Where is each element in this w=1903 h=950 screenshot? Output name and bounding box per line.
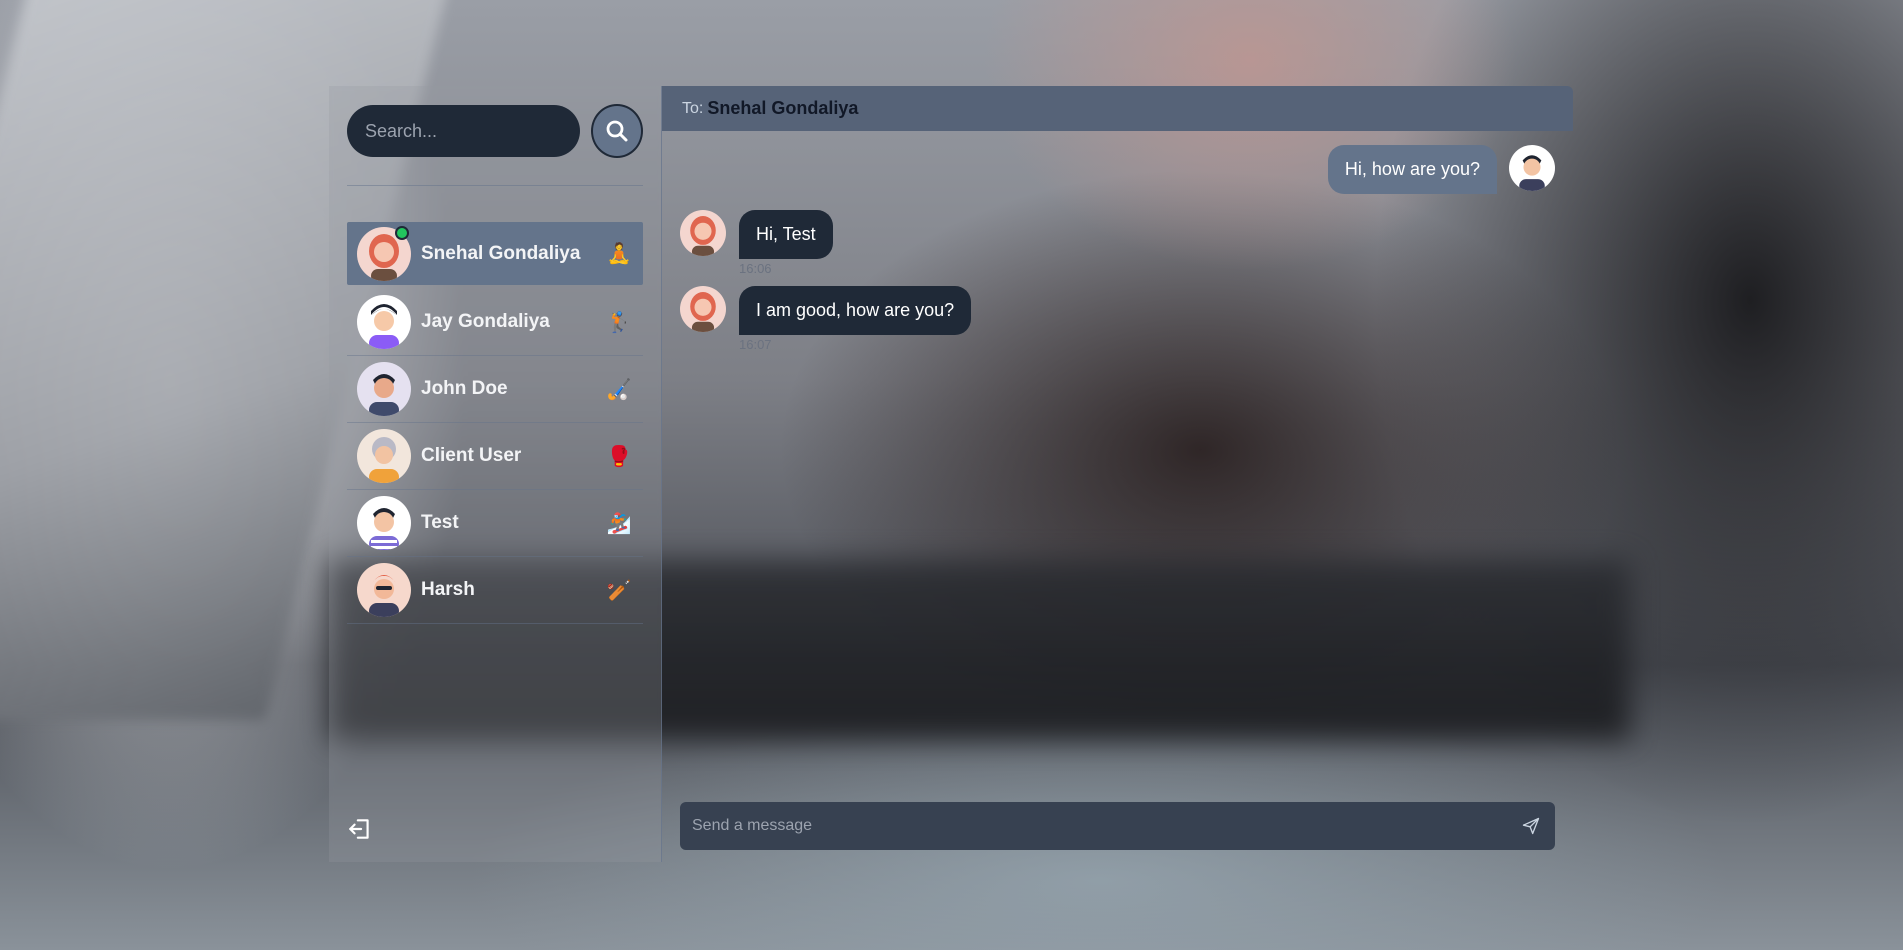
recipient-name: Snehal Gondaliya <box>707 98 859 118</box>
chat-panel: To: Snehal Gondaliya Hi, how are you? Hi… <box>662 86 1573 862</box>
avatar <box>357 295 411 349</box>
message-bubble: Hi, how are you? <box>1327 145 1497 194</box>
contact-name: Harsh <box>421 579 475 600</box>
avatar <box>357 496 411 550</box>
contact-item-client-user[interactable]: Client User 🥊 <box>347 423 643 490</box>
logout-icon <box>349 819 369 839</box>
message-time: 16:07 <box>739 337 772 352</box>
message-bubble: Hi, Test <box>739 210 833 259</box>
search-button[interactable] <box>591 104 643 158</box>
activity-emoji-icon: 🏏 <box>606 579 632 602</box>
activity-emoji-icon: 🧘 <box>606 243 632 265</box>
contact-name: John Doe <box>421 378 508 399</box>
message-composer <box>680 802 1555 850</box>
message-bubble: I am good, how are you? <box>739 286 972 335</box>
message-input[interactable] <box>692 817 1519 835</box>
contact-name: Client User <box>421 445 522 466</box>
message-time: 16:06 <box>739 261 772 276</box>
contact-item-harsh[interactable]: Harsh 🏏 <box>347 557 643 624</box>
contact-item-john-doe[interactable]: John Doe 🏑 <box>347 356 643 423</box>
message-outgoing: Hi, how are you? <box>680 145 1555 194</box>
message-wrap: Hi, Test 16:06 <box>739 210 833 276</box>
search-icon <box>606 120 628 142</box>
message-list: Hi, how are you? Hi, Test 16:06 I am goo… <box>662 131 1573 352</box>
send-button[interactable] <box>1519 814 1543 838</box>
contact-item-jay-gondaliya[interactable]: Jay Gondaliya 🏌 <box>347 289 643 356</box>
online-status-dot <box>395 226 409 240</box>
logout-button[interactable] <box>347 816 375 844</box>
message-incoming: Hi, Test 16:06 <box>680 210 1555 276</box>
contact-name: Test <box>421 512 459 533</box>
contact-item-test[interactable]: Test 🏂 <box>347 490 643 557</box>
activity-emoji-icon: 🏑 <box>606 378 632 401</box>
activity-emoji-icon: 🥊 <box>606 445 632 468</box>
sender-avatar <box>680 210 726 256</box>
sidebar-divider <box>347 185 643 186</box>
my-avatar <box>1509 145 1555 191</box>
contact-item-snehal-gondaliya[interactable]: Snehal Gondaliya 🧘 <box>347 222 643 285</box>
contact-name: Jay Gondaliya <box>421 311 550 332</box>
to-label: To: <box>682 99 704 117</box>
avatar <box>357 563 411 617</box>
activity-emoji-icon: 🏌 <box>606 311 632 334</box>
search-input[interactable] <box>347 105 580 157</box>
sidebar: Snehal Gondaliya 🧘 Jay Gondaliya 🏌 <box>329 86 662 862</box>
search-bar <box>347 104 643 158</box>
activity-emoji-icon: 🏂 <box>606 512 632 535</box>
contact-name: Snehal Gondaliya <box>421 242 581 264</box>
chat-app: Snehal Gondaliya 🧘 Jay Gondaliya 🏌 <box>329 86 1573 862</box>
avatar <box>357 362 411 416</box>
send-icon <box>1522 817 1540 835</box>
message-incoming: I am good, how are you? 16:07 <box>680 286 1555 352</box>
avatar <box>357 429 411 483</box>
chat-header: To: Snehal Gondaliya <box>662 86 1573 131</box>
message-wrap: I am good, how are you? 16:07 <box>739 286 972 352</box>
sender-avatar <box>680 286 726 332</box>
contact-list: Snehal Gondaliya 🧘 Jay Gondaliya 🏌 John … <box>347 222 643 624</box>
